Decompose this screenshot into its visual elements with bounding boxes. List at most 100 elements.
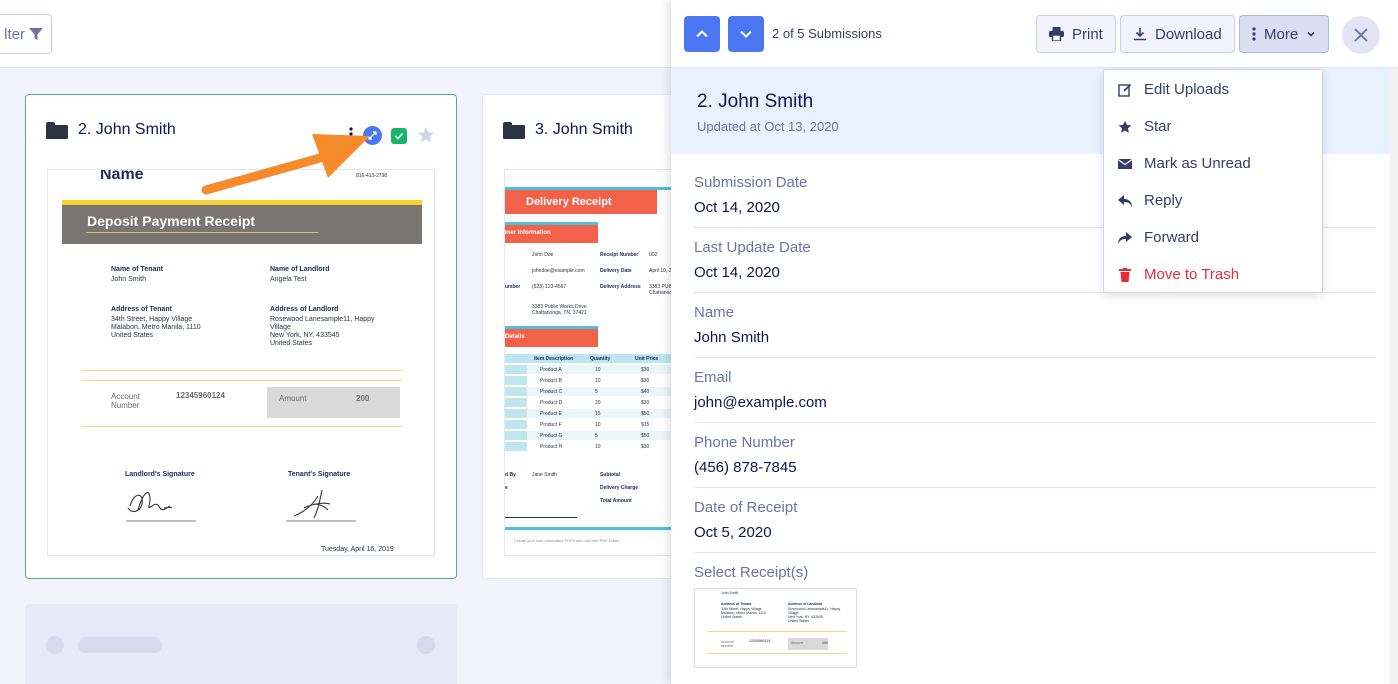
doc-table-cell: 10 [595, 422, 601, 428]
doc-tenant-label: Name of Tenant [111, 266, 163, 273]
doc-account-label-2: Number [111, 401, 140, 410]
field-value: Oct 14, 2020 [694, 264, 780, 281]
doc-table-cell: 10 [595, 378, 601, 384]
print-button[interactable]: Print [1036, 15, 1116, 53]
receipt-thumbnail[interactable]: John Smith Address of Tenant 34th Street… [694, 588, 857, 668]
doc-table-row-accent [505, 442, 527, 451]
checkbox-icon[interactable] [391, 128, 407, 144]
thumb-divider [707, 631, 847, 632]
field-value: Oct 5, 2020 [694, 524, 772, 541]
field-value: john@example.com [694, 394, 827, 411]
doc-table-cell: 5 [595, 433, 598, 439]
doc-table-cell: 10 [595, 444, 601, 450]
doc-table-cell: Product C [540, 389, 563, 395]
doc-addr-tenant-label: Address of Tenant [111, 306, 172, 313]
submission-card[interactable]: 3. John Smith Delivery Receipt mer Infor… [482, 94, 684, 579]
menu-item-reply[interactable]: Reply [1104, 182, 1322, 219]
menu-item-move-to-trash[interactable]: Move to Trash [1104, 256, 1322, 293]
doc-col3: Unit Price [635, 356, 659, 362]
card-header: 2. John Smith [46, 121, 176, 139]
doc-table-row-accent [505, 409, 527, 418]
doc-val-receipt: 002 [649, 252, 658, 258]
doc-receipt-title: Deposit Payment Receipt [87, 213, 256, 229]
doc-total: Total Amount [600, 498, 632, 504]
submission-counter: 2 of 5 Submissions [772, 26, 882, 41]
filter-button[interactable]: lter [0, 14, 52, 54]
thumb-text: Amount [791, 641, 804, 645]
doc-lbl-delivery: Delivery Date [600, 268, 632, 274]
loading-dot [46, 636, 64, 654]
menu-item-edit-uploads[interactable]: Edit Uploads [1104, 71, 1322, 108]
close-icon [1354, 28, 1368, 42]
menu-item-label: Edit Uploads [1144, 81, 1230, 98]
menu-item-forward[interactable]: Forward [1104, 219, 1322, 256]
doc-subtotal: Subtotal [600, 472, 620, 478]
doc-table-cell: Product E [540, 411, 562, 417]
field-name: Name John Smith [694, 304, 1376, 358]
previous-submission-button[interactable] [684, 16, 720, 52]
doc-table-row-accent [505, 365, 527, 374]
panel-toolbar: 2 of 5 Submissions Print Download More [671, 0, 1398, 68]
doc-section2: Details [505, 334, 525, 340]
doc-r5: Chattanooga, TN, 37421 [532, 310, 587, 316]
doc-lbl-addr: Delivery Address [600, 284, 641, 290]
doc-ed-by: d By [505, 472, 516, 478]
menu-item-label: Move to Trash [1144, 266, 1240, 283]
doc-divider [82, 370, 402, 371]
doc-table-row-accent [505, 431, 527, 440]
star-icon[interactable] [417, 126, 435, 144]
filter-icon [29, 28, 43, 40]
menu-item-star[interactable]: Star [1104, 108, 1322, 145]
download-button[interactable]: Download [1120, 15, 1235, 53]
close-panel-button[interactable] [1342, 16, 1380, 54]
field-label: Email [694, 369, 732, 386]
reply-icon [1118, 194, 1132, 208]
thumb-divider [707, 653, 847, 654]
field-value: John Smith [694, 329, 770, 346]
envelope-icon [1118, 157, 1132, 171]
doc-sig-tenant: Tenant's Signature [288, 471, 351, 478]
receipt-preview[interactable]: Delivery Receipt mer Information John Do… [504, 169, 684, 556]
folder-icon [46, 121, 68, 139]
menu-item-label: Star [1144, 118, 1172, 135]
doc-table-cell: 15 [595, 411, 601, 417]
field-email: Email john@example.com [694, 369, 1376, 423]
doc-table-cell: $50 [641, 433, 650, 439]
doc-addr-tenant-3: United States [111, 332, 154, 339]
download-label: Download [1155, 25, 1222, 43]
field-label: Phone Number [694, 434, 795, 451]
next-submission-button[interactable] [728, 16, 764, 52]
doc-col2: Quantity [590, 356, 611, 362]
field-phone-number: Phone Number (456) 878-7845 [694, 434, 1376, 488]
menu-item-mark-unread[interactable]: Mark as Unread [1104, 145, 1322, 182]
thumb-text: United States [721, 615, 743, 619]
vertical-dots-icon [1252, 27, 1256, 41]
doc-table-cell: $30 [641, 400, 650, 406]
doc-col1: Item Description [534, 356, 574, 362]
menu-item-label: Forward [1144, 229, 1200, 246]
doc-table-cell: 20 [595, 400, 601, 406]
more-button[interactable]: More [1239, 15, 1330, 53]
doc-table-cell: Product G [540, 433, 563, 439]
receipt-preview[interactable]: Name 816-413-2798 Deposit Payment Receip… [47, 169, 435, 556]
doc-umber: umber [505, 284, 521, 290]
chevron-up-icon [696, 30, 708, 38]
doc-table-cell: Product A [540, 367, 562, 373]
print-label: Print [1072, 25, 1103, 43]
doc-table-cell: $30 [641, 367, 650, 373]
doc-account-label-1: Account [111, 392, 140, 401]
doc-addr-landlord-2: Village [270, 324, 291, 331]
doc-addr-landlord-1: Rosewood Lanesample11, Happy [270, 316, 375, 323]
doc-underline [86, 232, 318, 233]
doc-name-heading: Name [100, 169, 144, 183]
doc-signature-line [505, 517, 577, 518]
edit-icon [1118, 83, 1132, 97]
submission-updated: Updated at Oct 13, 2020 [697, 119, 839, 134]
doc-table-cell: 10 [595, 367, 601, 373]
doc-addr-landlord-label: Address of Landlord [270, 306, 339, 313]
doc-table-row-accent [505, 398, 527, 407]
doc-receipt-title: Delivery Receipt [526, 196, 612, 208]
panel-scrollbar[interactable] [1390, 68, 1398, 684]
doc-account-value: 12345960124 [176, 391, 225, 400]
doc-landlord-label: Name of Landlord [270, 266, 330, 273]
